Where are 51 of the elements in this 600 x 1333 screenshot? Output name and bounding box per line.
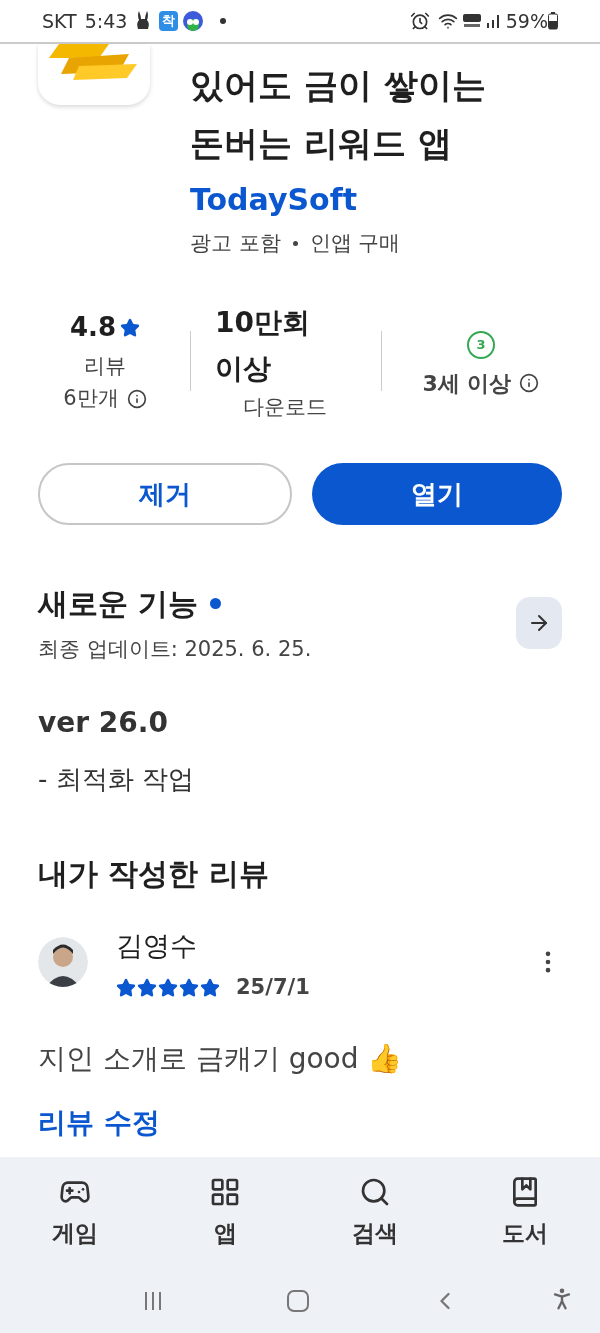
nav-tab[interactable]: 앱 <box>150 1175 300 1251</box>
review-count: 6만개 <box>63 384 119 412</box>
star-icon <box>116 977 136 998</box>
avatar <box>38 936 88 987</box>
app-meta: 인앱 구매 <box>309 230 401 257</box>
app-notification-icon <box>182 10 205 32</box>
star-icon <box>120 317 141 338</box>
wifi-icon <box>437 11 458 31</box>
download-label: 다운로드 <box>242 393 328 421</box>
star-icon <box>137 977 157 998</box>
age-rating-badge: 3 <box>467 330 495 359</box>
uninstall-button[interactable]: 제거 <box>38 463 292 525</box>
section-title: 새로운 기능 <box>38 585 199 623</box>
reviewer-name: 김영수 <box>116 928 198 963</box>
clock: 5:43 <box>84 8 128 34</box>
rating-value: 4.8 <box>69 311 117 345</box>
open-button[interactable]: 열기 <box>312 463 562 525</box>
version-text: ver 26.0 <box>37 704 169 741</box>
nav-tab[interactable]: 검색 <box>300 1175 450 1251</box>
section-title: 내가 작성한 리뷰 <box>37 854 270 893</box>
alarm-icon <box>409 11 430 31</box>
review-text: 지인 소개로 금캐기 good 👍 <box>37 1040 404 1077</box>
rabbit-icon <box>135 11 152 31</box>
carrier: SKT <box>42 8 77 34</box>
notification-badge: 착 <box>159 11 179 31</box>
age-rating-label: 3세 이상 <box>422 369 512 398</box>
edit-review-link[interactable]: 리뷰 수정 <box>38 1101 160 1144</box>
star-icon <box>179 977 199 998</box>
star-icon <box>200 977 220 998</box>
review-label: 리뷰 <box>84 353 126 381</box>
app-title: 돈버는 리워드 앱 <box>190 122 453 165</box>
ingots-icon <box>49 44 139 80</box>
battery-percent: 59% <box>505 8 548 34</box>
hd-voice-icon <box>461 13 482 29</box>
star-icon <box>158 977 178 998</box>
review-date: 25/7/1 <box>236 974 310 1001</box>
download-count: 이상 <box>215 350 272 387</box>
download-count: 10만회 <box>215 304 311 341</box>
app-title: 있어도 금이 쌓이는 <box>190 64 486 107</box>
release-notes: - 최적화 작업 <box>37 762 195 796</box>
info-icon[interactable] <box>126 388 147 409</box>
nav-tab[interactable]: 게임 <box>0 1175 150 1251</box>
developer-link[interactable]: TodaySoft <box>190 180 486 220</box>
arrow-button[interactable] <box>516 597 562 650</box>
battery-icon <box>548 12 558 30</box>
home-icon[interactable] <box>286 1289 310 1313</box>
info-icon[interactable] <box>519 373 540 394</box>
update-date: 최종 업데이트: 2025. 6. 25. <box>38 636 313 663</box>
signal-icon <box>485 13 502 29</box>
nav-tab[interactable]: 도서 <box>450 1175 600 1251</box>
app-meta: 광고 포함 <box>190 230 281 257</box>
